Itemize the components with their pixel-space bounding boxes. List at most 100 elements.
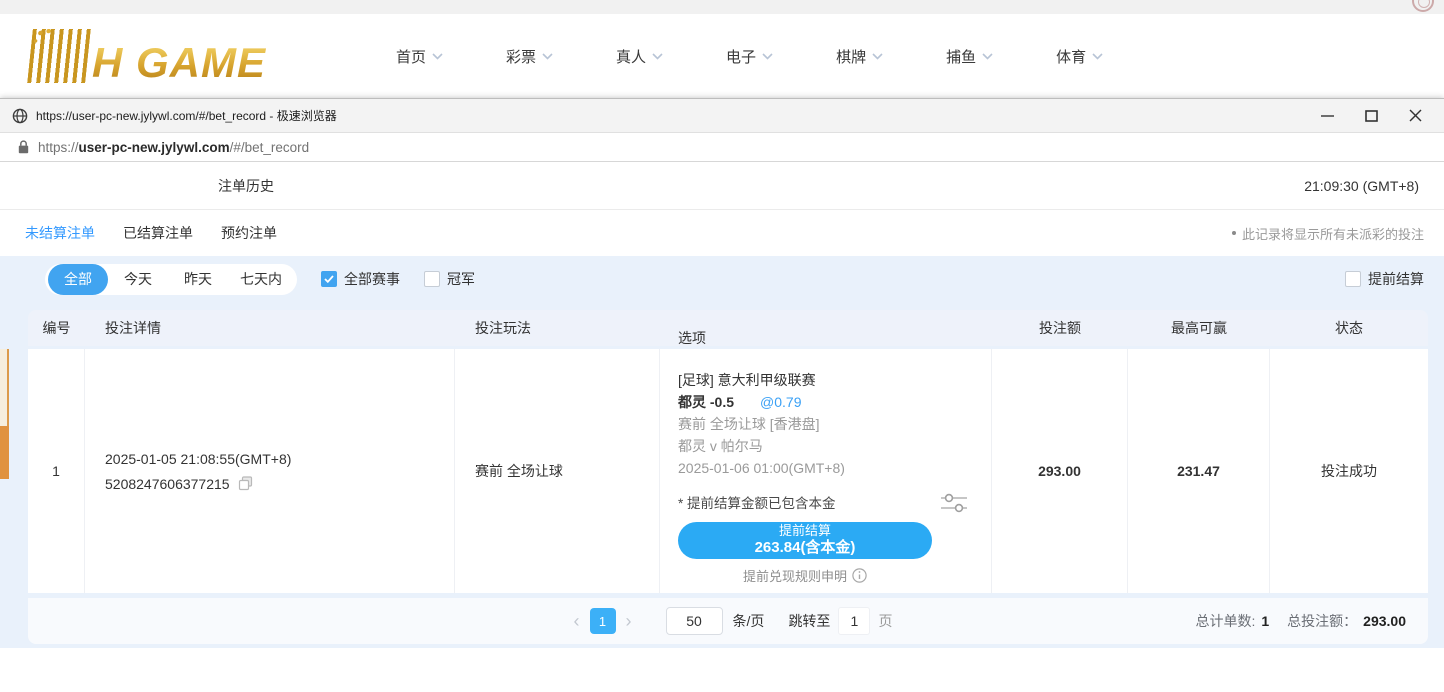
- chevron-down-icon: [1092, 53, 1103, 60]
- cashout-rules-link[interactable]: 提前兑现规则申明: [678, 566, 932, 585]
- chevron-down-icon: [872, 53, 883, 60]
- tab-note: 此记录将显示所有未派彩的投注: [1232, 224, 1424, 243]
- cashout-button-label: 提前结算: [779, 524, 831, 539]
- total-count-label: 总计单数:: [1195, 611, 1255, 631]
- site-header: H GAME 首页 彩票 真人 电子 棋牌 捕鱼 体育: [0, 14, 1444, 98]
- nav-item-lottery[interactable]: 彩票: [506, 46, 553, 67]
- host-top-strip: [0, 0, 1444, 14]
- chevron-down-icon: [652, 53, 663, 60]
- checkbox-label: 提前结算: [1368, 269, 1424, 289]
- jump-to-label: 跳转至: [788, 611, 830, 631]
- nav-label: 真人: [616, 46, 646, 67]
- prev-page-button[interactable]: ‹: [564, 612, 590, 630]
- date-filter-group: 全部 今天 昨天 七天内: [45, 264, 297, 295]
- table-area: 编号 投注详情 投注玩法 选项 投注额 最高可赢 状态 1 2025-01-05…: [0, 302, 1444, 648]
- header-no: 编号: [28, 318, 85, 338]
- chevron-down-icon: [762, 53, 773, 60]
- page-size-input[interactable]: [666, 607, 723, 635]
- bet-id: 5208247606377215: [105, 476, 230, 492]
- totals-summary: 总计单数: 1 总投注额： 293.00: [1195, 611, 1406, 631]
- nav-label: 体育: [1056, 46, 1086, 67]
- header-selection: 选项: [660, 308, 992, 348]
- jump-page-input[interactable]: [838, 607, 870, 635]
- filter-all[interactable]: 全部: [48, 264, 108, 295]
- chevron-down-icon: [432, 53, 443, 60]
- table-header-row: 编号 投注详情 投注玩法 选项 投注额 最高可赢 状态: [28, 310, 1428, 346]
- total-stake-value: 293.00: [1363, 613, 1406, 629]
- jump-suffix-label: 页: [878, 611, 892, 631]
- checkbox-early-settle[interactable]: 提前结算: [1345, 269, 1424, 289]
- cashout-rules-text: 提前兑现规则申明: [743, 566, 847, 585]
- info-icon: [852, 568, 867, 583]
- nav-item-live[interactable]: 真人: [616, 46, 663, 67]
- browser-window: https://user-pc-new.jylywl.com/#/bet_rec…: [0, 98, 1444, 692]
- checkbox-unchecked-icon: [1345, 271, 1361, 287]
- next-page-button[interactable]: ›: [616, 612, 642, 630]
- server-clock: 21:09:30 (GMT+8): [1304, 178, 1419, 194]
- bets-table: 编号 投注详情 投注玩法 选项 投注额 最高可赢 状态 1 2025-01-05…: [28, 310, 1428, 644]
- cashout-button-amount: 263.84(含本金): [755, 539, 856, 556]
- close-button[interactable]: [1400, 103, 1430, 129]
- cell-stake: 293.00: [992, 349, 1128, 593]
- checkbox-all-events[interactable]: 全部赛事: [321, 269, 400, 289]
- url-text: https://user-pc-new.jylywl.com/#/bet_rec…: [38, 140, 309, 155]
- nav-label: 电子: [726, 46, 756, 67]
- minimize-icon: [1321, 109, 1334, 122]
- bullet-dot-icon: [1232, 231, 1236, 235]
- header-max-win: 最高可赢: [1128, 318, 1270, 338]
- side-widget-ribbon[interactable]: [0, 349, 9, 426]
- checkbox-checked-icon: [321, 271, 337, 287]
- filter-yesterday[interactable]: 昨天: [168, 264, 228, 295]
- nav-item-sports[interactable]: 体育: [1056, 46, 1103, 67]
- nav-label: 彩票: [506, 46, 536, 67]
- tab-settled[interactable]: 已结算注单: [123, 223, 193, 243]
- nav-item-home[interactable]: 首页: [396, 46, 443, 67]
- nav-label: 首页: [396, 46, 426, 67]
- page-title: 注单历史: [218, 176, 274, 196]
- cell-bet-details: 2025-01-05 21:08:55(GMT+8) 5208247606377…: [85, 349, 455, 593]
- selection-match-time: 2025-01-06 01:00(GMT+8): [678, 457, 991, 479]
- cell-play-type: 赛前 全场让球: [455, 349, 660, 593]
- total-stake-label: 总投注额：: [1287, 611, 1357, 631]
- checkbox-champion[interactable]: 冠军: [424, 269, 475, 289]
- browser-titlebar[interactable]: https://user-pc-new.jylywl.com/#/bet_rec…: [0, 99, 1444, 133]
- close-icon: [1409, 109, 1422, 122]
- url-scheme: https://: [38, 140, 79, 155]
- selection-match: 都灵 v 帕尔马: [678, 435, 991, 457]
- chevron-down-icon: [542, 53, 553, 60]
- table-footer: ‹ 1 › 条/页 跳转至 页 总计单数: 1 总投注额： 293.00: [28, 598, 1428, 644]
- checkbox-unchecked-icon: [424, 271, 440, 287]
- tab-reserved[interactable]: 预约注单: [221, 223, 277, 243]
- header-play-type: 投注玩法: [455, 318, 660, 338]
- nav-item-slots[interactable]: 电子: [726, 46, 773, 67]
- nav-item-cards[interactable]: 棋牌: [836, 46, 883, 67]
- nav-label: 棋牌: [836, 46, 866, 67]
- filter-seven-days[interactable]: 七天内: [228, 264, 294, 295]
- checkbox-label: 冠军: [447, 269, 475, 289]
- copy-icon[interactable]: [238, 476, 253, 491]
- selection-league: [足球] 意大利甲级联赛: [678, 369, 991, 391]
- address-bar[interactable]: https://user-pc-new.jylywl.com/#/bet_rec…: [0, 133, 1444, 162]
- selection-pick: 都灵 -0.5: [678, 394, 734, 410]
- url-domain: user-pc-new.jylywl.com: [79, 140, 230, 155]
- bet-time: 2025-01-05 21:08:55(GMT+8): [105, 451, 454, 467]
- table-row: 1 2025-01-05 21:08:55(GMT+8) 52082476063…: [28, 349, 1428, 593]
- tab-unsettled[interactable]: 未结算注单: [25, 223, 95, 243]
- header-stake: 投注额: [992, 318, 1128, 338]
- nav-label: 捕鱼: [946, 46, 976, 67]
- total-count-value: 1: [1261, 613, 1269, 629]
- filter-today[interactable]: 今天: [108, 264, 168, 295]
- nav-item-fishing[interactable]: 捕鱼: [946, 46, 993, 67]
- checkbox-label: 全部赛事: [344, 269, 400, 289]
- site-logo[interactable]: H GAME: [30, 29, 330, 83]
- cashout-button[interactable]: 提前结算 263.84(含本金): [678, 522, 932, 559]
- side-widget-ribbon-bottom[interactable]: [0, 426, 9, 479]
- cashout-slider-button[interactable]: [940, 492, 968, 517]
- cell-row-number: 1: [28, 349, 85, 593]
- cell-max-win: 231.47: [1128, 349, 1270, 593]
- header-status: 状态: [1270, 318, 1428, 338]
- page-number-button[interactable]: 1: [590, 608, 616, 634]
- minimize-button[interactable]: [1312, 103, 1342, 129]
- selection-market: 赛前 全场让球 [香港盘]: [678, 413, 991, 435]
- maximize-button[interactable]: [1356, 103, 1386, 129]
